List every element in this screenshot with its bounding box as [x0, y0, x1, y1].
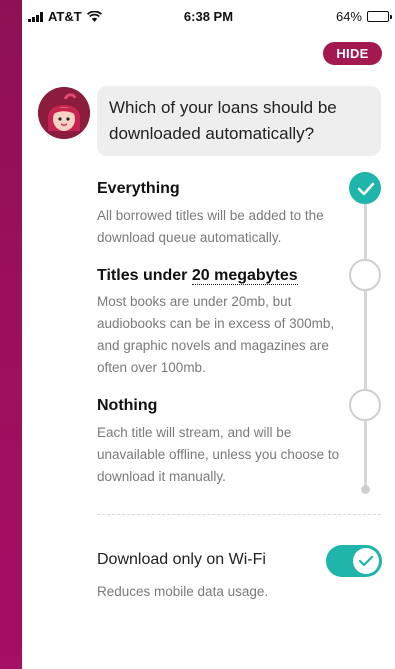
option-everything-description: All borrowed titles will be added to the… — [97, 208, 324, 245]
option-size-limit-title[interactable]: Titles under 20 megabytes — [97, 267, 298, 285]
hide-button[interactable]: HIDE — [323, 42, 382, 65]
status-bar: AT&T 6:38 PM 64% — [22, 0, 395, 32]
rail-end-dot — [361, 485, 370, 494]
battery-icon — [367, 11, 392, 22]
wifi-only-description: Reduces mobile data usage. — [97, 584, 269, 599]
checkmark-icon — [357, 182, 375, 196]
option-nothing-radio[interactable] — [349, 389, 381, 421]
battery-percent: 64% — [335, 9, 362, 24]
wifi-only-label: Download only on Wi-Fi — [97, 551, 266, 568]
divider — [97, 514, 381, 515]
wifi-only-toggle[interactable] — [326, 545, 382, 577]
checkmark-icon — [358, 555, 374, 567]
toggle-knob — [353, 548, 379, 574]
options-rail — [364, 190, 367, 488]
question-text: Which of your loans should be downloaded… — [109, 98, 337, 143]
option-nothing-title[interactable]: Nothing — [97, 397, 157, 415]
option-everything-title[interactable]: Everything — [97, 180, 180, 198]
option-nothing-description: Each title will stream, and will be unav… — [97, 425, 340, 484]
option-size-limit-description: Most books are under 20mb, but audiobook… — [97, 294, 335, 375]
battery-group: 64% — [335, 9, 392, 24]
libby-avatar-icon — [38, 87, 90, 139]
option-size-limit-radio[interactable] — [349, 259, 381, 291]
settings-panel: AT&T 6:38 PM 64% HIDE Which of your loan — [22, 0, 395, 669]
size-limit-link[interactable]: 20 megabytes — [191, 267, 298, 285]
option-size-limit-prefix: Titles under — [97, 267, 192, 284]
option-everything-radio[interactable] — [349, 172, 381, 204]
question-bubble: Which of your loans should be downloaded… — [97, 86, 381, 156]
